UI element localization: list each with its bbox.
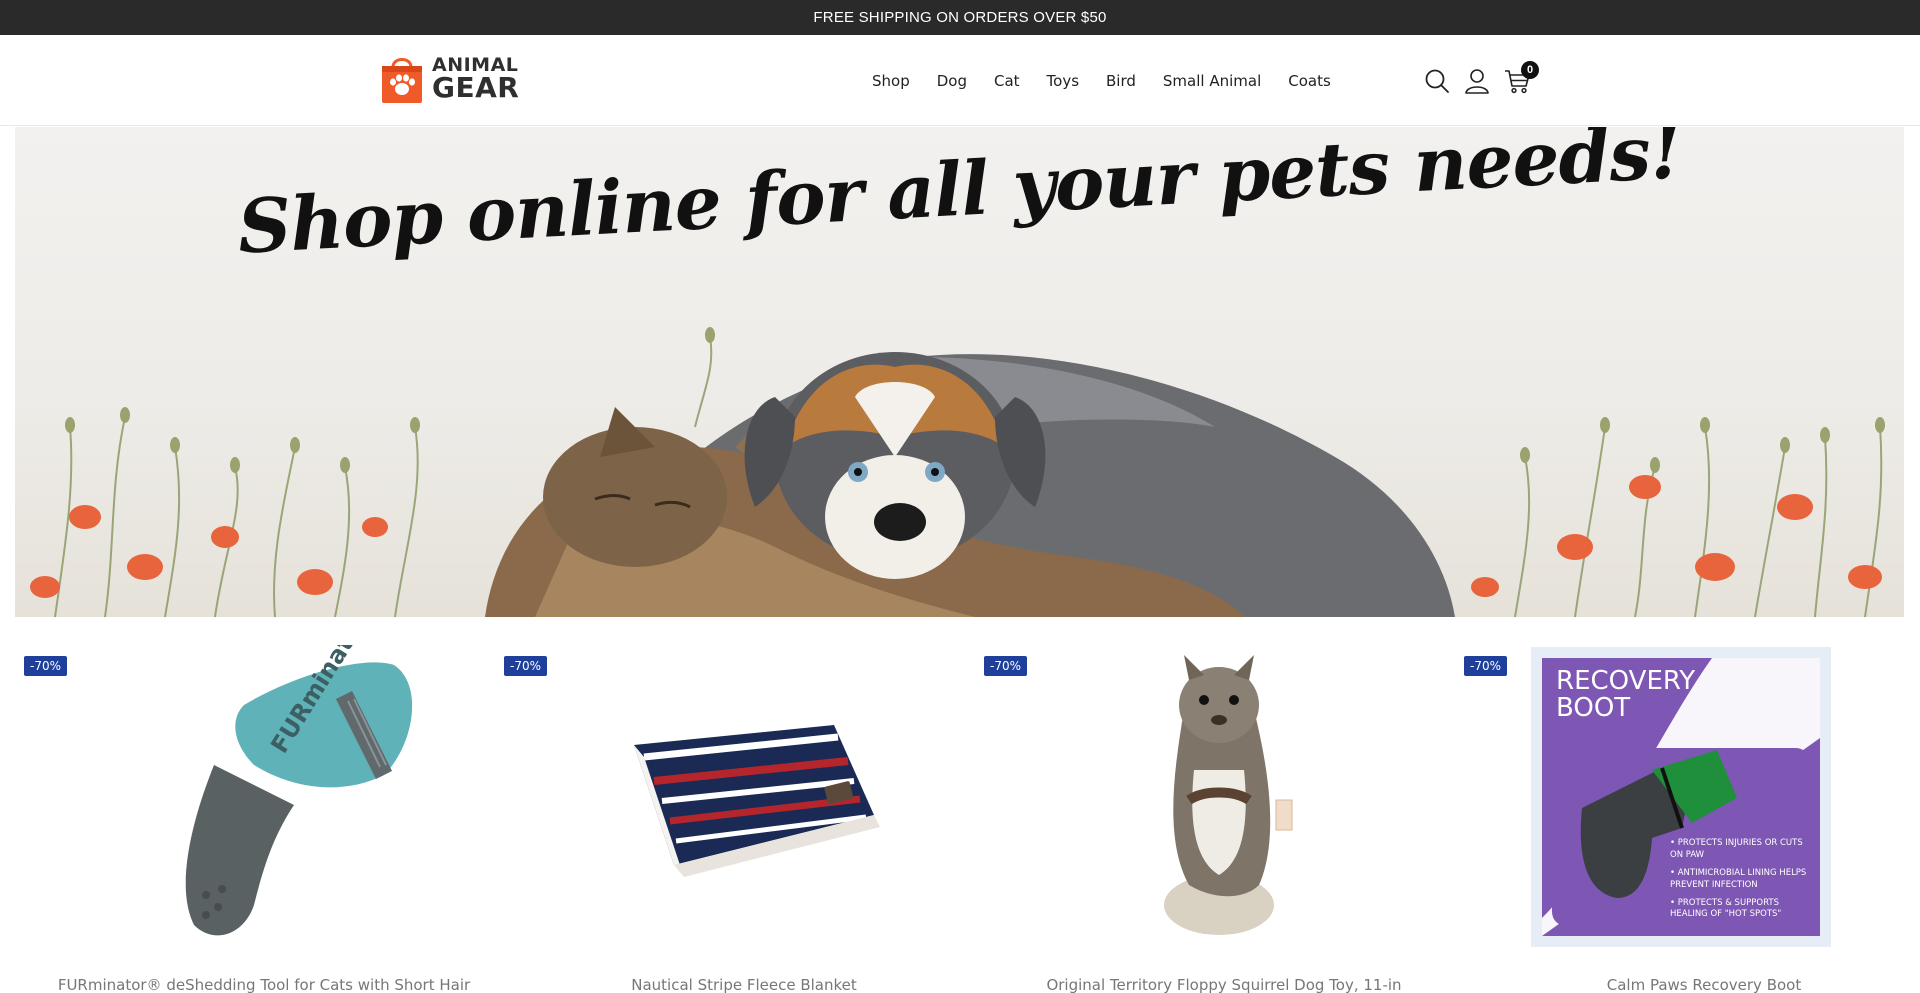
product-card[interactable]: -70% Nautical Stripe Fleece Blanket — [494, 640, 954, 993]
recovery-boot-box: RECOVERY BOOT • PROTECTS INJURIES OR CUT… — [1542, 658, 1820, 936]
shopping-bag-logo-icon — [378, 53, 426, 105]
discount-badge: -70% — [1464, 656, 1508, 676]
product-image[interactable]: FURminator — [74, 640, 494, 950]
main-nav: Shop Dog Cat Toys Bird Small Animal Coat… — [860, 35, 1344, 126]
nav-coats[interactable]: Coats — [1275, 72, 1345, 90]
product-title[interactable]: Nautical Stripe Fleece Blanket — [514, 976, 974, 993]
nav-cat[interactable]: Cat — [980, 72, 1033, 90]
discount-badge: -70% — [504, 656, 548, 676]
announcement-text: FREE SHIPPING ON ORDERS OVER $50 — [813, 9, 1107, 26]
store-logo[interactable]: ANIMAL GEAR — [378, 53, 530, 105]
announcement-bar: FREE SHIPPING ON ORDERS OVER $50 — [0, 0, 1920, 35]
product-card[interactable]: -70% FURminator FURminator® deShedding T… — [14, 640, 474, 993]
product-image[interactable] — [1014, 640, 1434, 950]
product-card[interactable]: -70% RECOVERY BOOT • PROTECTS INJURIES O… — [1454, 640, 1914, 993]
header-icons: 0 — [1424, 61, 1539, 98]
nav-shop[interactable]: Shop — [860, 72, 923, 90]
logo-wordmark: ANIMAL GEAR — [432, 56, 519, 102]
cart-count-badge: 0 — [1521, 61, 1539, 79]
recovery-box-title: RECOVERY BOOT — [1556, 666, 1696, 723]
product-image[interactable] — [544, 640, 964, 950]
nav-bird[interactable]: Bird — [1093, 72, 1150, 90]
product-image[interactable]: RECOVERY BOOT • PROTECTS INJURIES OR CUT… — [1531, 647, 1831, 947]
cart-icon[interactable]: 0 — [1504, 61, 1539, 94]
product-title[interactable]: Calm Paws Recovery Boot — [1474, 976, 1920, 993]
nav-toys[interactable]: Toys — [1033, 72, 1092, 90]
product-title[interactable]: Original Territory Floppy Squirrel Dog T… — [994, 976, 1454, 993]
hero-banner[interactable]: Shop online for all your pets needs! — [15, 127, 1904, 617]
nav-dog[interactable]: Dog — [923, 72, 980, 90]
site-header: ANIMAL GEAR Shop Dog Cat Toys Bird Small… — [0, 35, 1920, 126]
product-title[interactable]: FURminator® deShedding Tool for Cats wit… — [34, 976, 494, 993]
product-grid: -70% FURminator FURminator® deShedding T… — [0, 640, 1920, 993]
search-icon[interactable] — [1424, 68, 1450, 94]
recovery-box-bullets: • PROTECTS INJURIES OR CUTS ON PAW • ANT… — [1670, 838, 1807, 920]
discount-badge: -70% — [24, 656, 68, 676]
product-card[interactable]: -70% Original Territory Floppy Squirrel … — [974, 640, 1434, 993]
logo-line-2: GEAR — [432, 71, 520, 104]
nav-small-animal[interactable]: Small Animal — [1149, 72, 1274, 90]
user-icon[interactable] — [1464, 68, 1490, 94]
